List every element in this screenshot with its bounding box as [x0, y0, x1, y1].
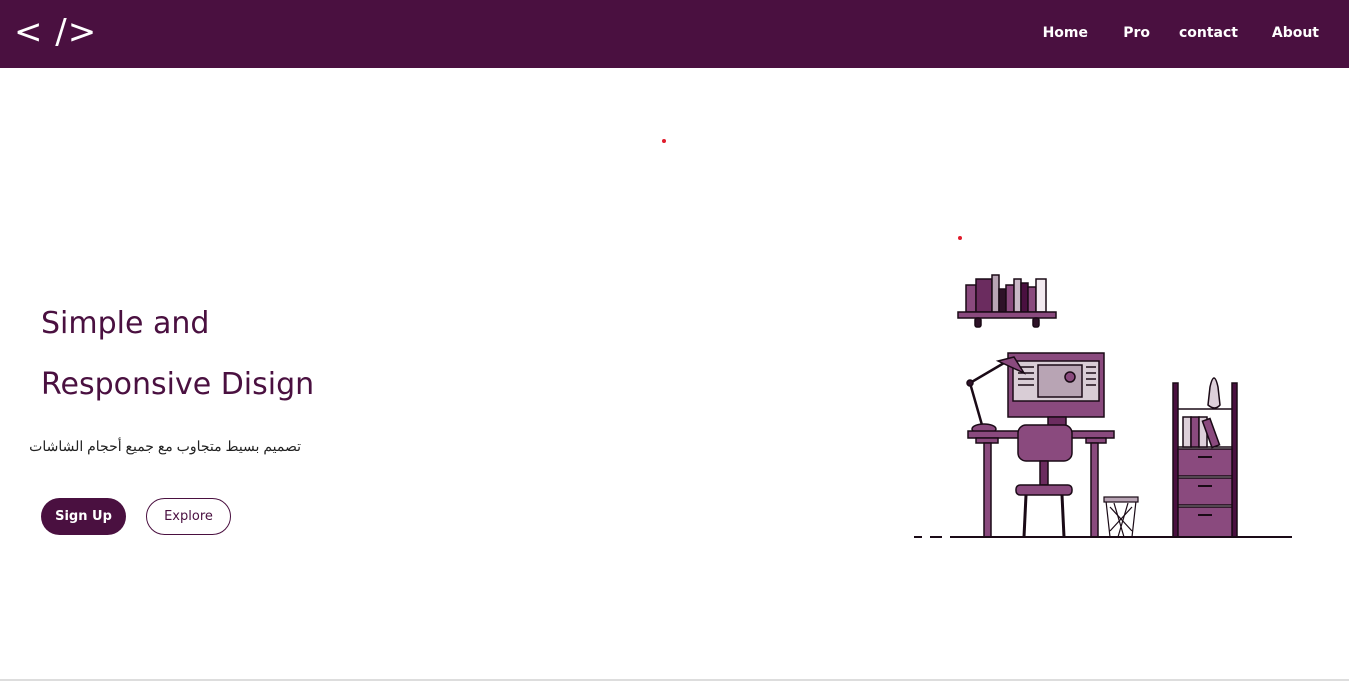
hero-headline-line1: Simple and	[41, 306, 210, 341]
top-navbar: < /> Home Pro contact About	[0, 0, 1349, 68]
wall-shelf	[957, 274, 1057, 328]
code-logo[interactable]: < />	[14, 10, 97, 54]
nav-about-link[interactable]: About	[1272, 25, 1319, 41]
explore-button[interactable]: Explore	[146, 498, 231, 535]
hero-headline-line2: Responsive Disign	[41, 367, 315, 402]
office-chair	[1015, 424, 1073, 538]
workspace-desk-illustration	[914, 274, 1292, 538]
nav-contact-link[interactable]: contact	[1179, 25, 1238, 41]
nav-pro-link[interactable]: Pro	[1123, 25, 1150, 41]
decorative-dot	[662, 139, 666, 143]
bookcase	[1172, 377, 1238, 538]
nav-home-link[interactable]: Home	[1043, 25, 1088, 41]
decorative-dot	[958, 236, 962, 240]
wastebasket	[1103, 496, 1139, 538]
sign-up-button[interactable]: Sign Up	[41, 498, 126, 535]
hero-subtitle: تصميم بسيط متجاوب مع جميع أحجام الشاشات	[29, 438, 301, 454]
monitor	[1007, 352, 1105, 428]
